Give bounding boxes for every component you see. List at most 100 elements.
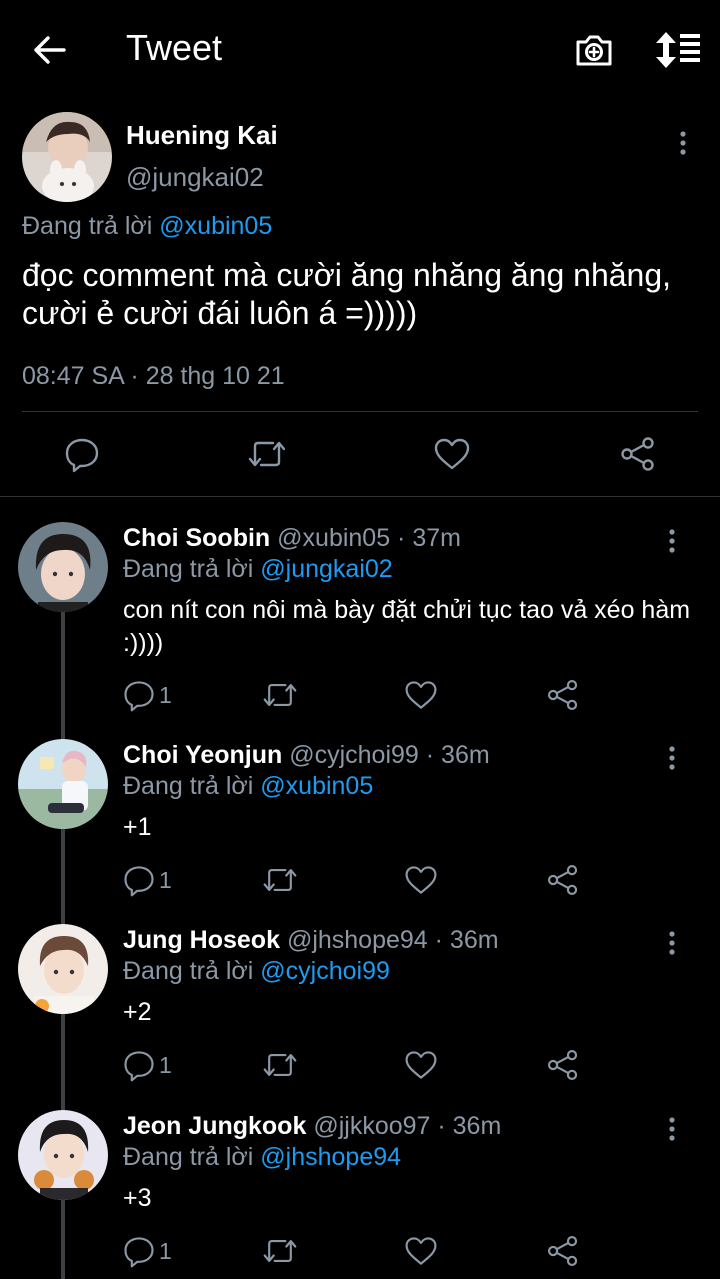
retweet-button[interactable]	[262, 1233, 298, 1269]
reply-count: 1	[159, 867, 172, 893]
more-options-button[interactable]	[660, 526, 684, 556]
like-button[interactable]	[403, 862, 439, 898]
heart-icon	[434, 438, 470, 470]
retweet-button[interactable]	[262, 677, 298, 713]
reply-button[interactable]	[121, 1233, 157, 1269]
reply-header: Choi Soobin @xubin05 · 37m	[123, 522, 461, 554]
page-title: Tweet	[126, 27, 223, 68]
avatar[interactable]	[18, 522, 108, 612]
more-options-button[interactable]	[660, 743, 684, 773]
retweet-icon	[263, 1054, 297, 1076]
replying-to: Đang trả lời @xubin05	[22, 210, 272, 242]
replying-to-label: Đang trả lời	[123, 772, 261, 800]
back-button[interactable]	[28, 30, 72, 70]
mention-link[interactable]: @jungkai02	[260, 555, 392, 583]
avatar-image	[18, 522, 108, 612]
author-name[interactable]: Jeon Jungkook	[123, 1112, 306, 1140]
mention-link[interactable]: @jhshope94	[260, 1143, 401, 1171]
heart-icon	[405, 866, 437, 894]
share-button[interactable]	[545, 1047, 581, 1083]
tweet-timestamp: 08:47 SA · 28 thg 10 21	[22, 362, 285, 390]
comment-icon	[124, 1237, 154, 1268]
mention-link[interactable]: @xubin05	[159, 212, 272, 240]
comment-icon	[124, 1051, 154, 1082]
thread-line	[61, 1014, 65, 1110]
share-icon	[621, 437, 654, 471]
reply-button[interactable]	[121, 677, 157, 713]
replying-to: Đang trả lời @cyjchoi99	[123, 955, 390, 987]
heart-icon	[405, 681, 437, 709]
more-vertical-icon	[669, 746, 675, 770]
share-button[interactable]	[545, 862, 581, 898]
arrow-left-icon	[34, 36, 66, 64]
reply-text: con nít con nôi mà bày đặt chửi tục tao …	[123, 596, 691, 657]
avatar-image	[18, 924, 108, 1014]
share-icon	[547, 679, 578, 711]
reply-header: Jeon Jungkook @jjkkoo97 · 36m	[123, 1110, 501, 1142]
reply-button[interactable]	[121, 1047, 157, 1083]
author-name[interactable]: Choi Yeonjun	[123, 741, 282, 769]
reply-button[interactable]	[62, 434, 102, 474]
author-handle-time: @jhshope94 · 36m	[286, 926, 499, 954]
replying-to: Đang trả lời @jhshope94	[123, 1141, 401, 1173]
retweet-button[interactable]	[262, 862, 298, 898]
share-icon	[547, 864, 578, 896]
author-handle-time: @xubin05 · 37m	[277, 524, 461, 552]
retweet-button[interactable]	[262, 1047, 298, 1083]
more-vertical-icon	[669, 529, 675, 553]
avatar[interactable]	[18, 924, 108, 1014]
divider	[0, 496, 720, 497]
retweet-button[interactable]	[247, 434, 287, 474]
more-options-button[interactable]	[668, 128, 698, 158]
share-icon	[547, 1235, 578, 1267]
reply-button[interactable]	[121, 862, 157, 898]
author-name[interactable]: Choi Soobin	[123, 524, 270, 552]
author-handle-time: @cyjchoi99 · 36m	[289, 741, 490, 769]
more-vertical-icon	[680, 131, 686, 155]
retweet-icon	[263, 684, 297, 706]
reply-text: +3	[123, 1184, 152, 1212]
reply-count: 1	[159, 1238, 172, 1264]
thread-line	[61, 612, 65, 742]
reply-header: Jung Hoseok @jhshope94 · 36m	[123, 924, 499, 956]
thread-line	[61, 1200, 65, 1279]
comment-icon	[124, 866, 154, 897]
reply-count: 1	[159, 682, 172, 708]
avatar-image	[22, 112, 112, 202]
more-options-button[interactable]	[660, 928, 684, 958]
divider	[22, 411, 698, 412]
retweet-icon	[263, 869, 297, 891]
mention-link[interactable]: @cyjchoi99	[260, 957, 390, 985]
like-button[interactable]	[403, 677, 439, 713]
comment-icon	[124, 681, 154, 712]
sort-icon	[656, 32, 700, 68]
heart-icon	[405, 1051, 437, 1079]
share-button[interactable]	[545, 1233, 581, 1269]
mention-link[interactable]: @xubin05	[260, 772, 373, 800]
avatar[interactable]	[22, 112, 112, 202]
retweet-icon	[248, 441, 286, 467]
comment-icon	[65, 438, 99, 473]
more-options-button[interactable]	[660, 1114, 684, 1144]
author-name[interactable]: Huening Kai	[126, 120, 278, 150]
sort-button[interactable]	[652, 28, 702, 72]
like-button[interactable]	[403, 1233, 439, 1269]
replying-to-label: Đang trả lời	[123, 957, 261, 985]
replying-to-label: Đang trả lời	[123, 555, 261, 583]
reply-header: Choi Yeonjun @cyjchoi99 · 36m	[123, 739, 490, 771]
thread-line	[61, 829, 65, 925]
author-name[interactable]: Jung Hoseok	[123, 926, 280, 954]
share-button[interactable]	[545, 677, 581, 713]
like-button[interactable]	[432, 434, 472, 474]
avatar-image	[18, 739, 108, 829]
like-button[interactable]	[403, 1047, 439, 1083]
avatar[interactable]	[18, 739, 108, 829]
author-handle[interactable]: @jungkai02	[126, 162, 264, 192]
tweet-text: đọc comment mà cười ăng nhăng ăng nhăng,…	[22, 257, 672, 331]
camera-plus-icon	[576, 35, 612, 66]
more-vertical-icon	[669, 1117, 675, 1141]
avatar[interactable]	[18, 1110, 108, 1200]
share-button[interactable]	[618, 434, 658, 474]
replying-to-label: Đang trả lời	[22, 212, 160, 240]
camera-button[interactable]	[572, 28, 616, 72]
